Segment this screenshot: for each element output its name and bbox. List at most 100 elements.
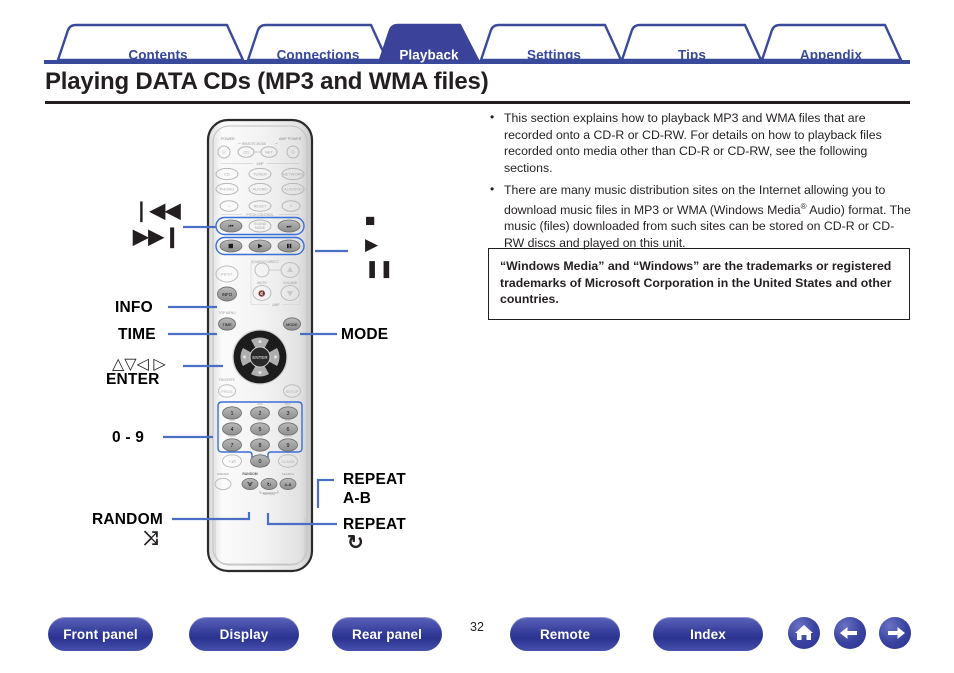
svg-text:−: −: [228, 204, 231, 209]
tab-contents[interactable]: Contents: [128, 48, 187, 63]
svg-text:PROG: PROG: [221, 390, 232, 394]
page-number: 32: [470, 620, 484, 634]
svg-text:MNO: MNO: [285, 418, 292, 422]
svg-text:3: 3: [287, 411, 290, 417]
svg-text:🔇: 🔇: [258, 290, 266, 298]
svg-text:WXYZ: WXYZ: [284, 434, 293, 438]
svg-text:DIMMER: DIMMER: [217, 472, 230, 476]
svg-text:REPEAT: REPEAT: [263, 492, 276, 496]
svg-text:MODE: MODE: [255, 226, 266, 230]
callout-enter: ENTER: [106, 371, 160, 388]
tab-settings[interactable]: Settings: [527, 48, 581, 63]
svg-text:PQRS: PQRS: [228, 434, 236, 438]
svg-text:AMP: AMP: [256, 162, 264, 166]
skip-forward-icon: ▶▶❙: [133, 226, 181, 248]
tab-tips[interactable]: Tips: [678, 48, 706, 63]
callout-numbers: 0 - 9: [112, 429, 145, 446]
svg-text:CD: CD: [224, 172, 230, 177]
stop-icon: ■: [365, 211, 376, 230]
svg-text:NET: NET: [265, 150, 274, 155]
svg-text:JKL: JKL: [258, 418, 263, 422]
skip-back-icon: ❘◀◀: [133, 200, 181, 222]
svg-text:PHONO: PHONO: [220, 187, 235, 192]
callout-time: TIME: [118, 326, 156, 343]
shuffle-icon: ⤨: [143, 528, 159, 549]
svg-text:RESET: RESET: [254, 204, 267, 208]
footer-rear-panel[interactable]: Rear panel: [332, 617, 442, 651]
svg-text:5: 5: [259, 427, 262, 433]
svg-text:INFO: INFO: [222, 292, 233, 297]
callout-info: INFO: [115, 299, 153, 316]
intro-text-block: This section explains how to playback MP…: [488, 109, 912, 257]
svg-text:⨈: ⨈: [247, 482, 253, 488]
svg-text:DEF: DEF: [285, 402, 291, 406]
svg-text:INPUT: INPUT: [221, 273, 233, 277]
svg-text:REMOTE MODE: REMOTE MODE: [242, 142, 266, 146]
callout-repeat-ab-line2: A-B: [343, 490, 372, 507]
svg-text:FAVORITE: FAVORITE: [219, 378, 235, 382]
svg-text:TUV: TUV: [257, 434, 263, 438]
svg-text:CD: CD: [243, 150, 249, 155]
callout-mode: MODE: [341, 326, 389, 343]
play-icon: ▶: [365, 235, 379, 254]
bullet-item: There are many music distribution sites …: [488, 181, 912, 251]
svg-text:8: 8: [259, 443, 262, 449]
svg-text:6: 6: [287, 427, 290, 433]
svg-text:AUX/BD: AUX/BD: [253, 187, 268, 192]
tab-appendix[interactable]: Appendix: [800, 48, 862, 63]
svg-text:7: 7: [231, 443, 234, 449]
footer-index[interactable]: Index: [653, 617, 763, 651]
svg-text:TIME: TIME: [222, 322, 232, 327]
footer-nav[interactable]: Front panel Display Rear panel Remote In…: [0, 608, 954, 664]
svg-text:AMP: AMP: [272, 303, 280, 307]
forward-arrow-glyph: [888, 627, 905, 639]
svg-text:RANDOM: RANDOM: [242, 472, 257, 476]
svg-text:9: 9: [287, 443, 290, 449]
repeat-icon: ↻: [347, 532, 364, 554]
tab-connections[interactable]: Connections: [277, 48, 360, 63]
svg-text:GHI: GHI: [229, 418, 234, 422]
bullet-item: This section explains how to playback MP…: [488, 109, 912, 176]
svg-text:+10: +10: [228, 459, 236, 464]
footer-display[interactable]: Display: [189, 617, 299, 651]
svg-text:⏭: ⏭: [287, 224, 292, 230]
svg-text:VOLUME: VOLUME: [283, 281, 298, 285]
bullet-list: This section explains how to playback MP…: [488, 109, 912, 251]
tab-bar[interactable]: Contents Connections Playback Settings T…: [44, 22, 910, 64]
remote-control-illustration: POWER AMP POWER REMOTE MODE ⏻ CD NET ⏻ A…: [205, 118, 315, 573]
svg-text:TUNER: TUNER: [253, 172, 267, 177]
svg-text:SEARCH: SEARCH: [282, 472, 295, 476]
footer-remote[interactable]: Remote: [510, 617, 620, 651]
svg-text:NETWORK: NETWORK: [283, 172, 304, 177]
svg-text:A-B: A-B: [285, 482, 292, 487]
home-icon[interactable]: [788, 617, 820, 649]
callout-repeat-ab-line1: REPEAT: [343, 471, 406, 488]
forward-arrow-icon[interactable]: [879, 617, 911, 649]
svg-text:SETUP: SETUP: [286, 390, 299, 394]
back-arrow-icon[interactable]: [834, 617, 866, 649]
pause-icon: ❚❚: [365, 259, 394, 278]
svg-text:2: 2: [259, 411, 262, 417]
svg-text:↻: ↻: [267, 481, 272, 488]
callout-random: RANDOM: [92, 511, 163, 528]
svg-text:1: 1: [231, 411, 234, 417]
svg-text:+: +: [290, 204, 293, 209]
svg-text:0: 0: [259, 459, 262, 465]
svg-text:CLEAR: CLEAR: [281, 459, 294, 464]
svg-text:⋅: ⋅: [232, 402, 233, 406]
footer-front-panel[interactable]: Front panel: [48, 617, 153, 651]
back-arrow-glyph: [840, 627, 857, 639]
home-glyph: [795, 625, 813, 640]
title-divider: [45, 101, 910, 104]
svg-text:POWER: POWER: [221, 137, 235, 141]
svg-text:⏮: ⏮: [229, 224, 234, 230]
svg-text:ENTER: ENTER: [252, 355, 268, 360]
tab-playback[interactable]: Playback: [399, 48, 458, 63]
svg-text:AUX/DVD: AUX/DVD: [284, 187, 302, 192]
trademark-notice: “Windows Media” and “Windows” are the tr…: [488, 248, 910, 320]
svg-text:PITCH CONTROL: PITCH CONTROL: [247, 213, 274, 217]
svg-text:MUTE: MUTE: [257, 281, 267, 285]
svg-text:4: 4: [231, 427, 234, 433]
svg-text:TOP MENU: TOP MENU: [218, 311, 236, 315]
svg-text:ABC: ABC: [257, 402, 263, 406]
